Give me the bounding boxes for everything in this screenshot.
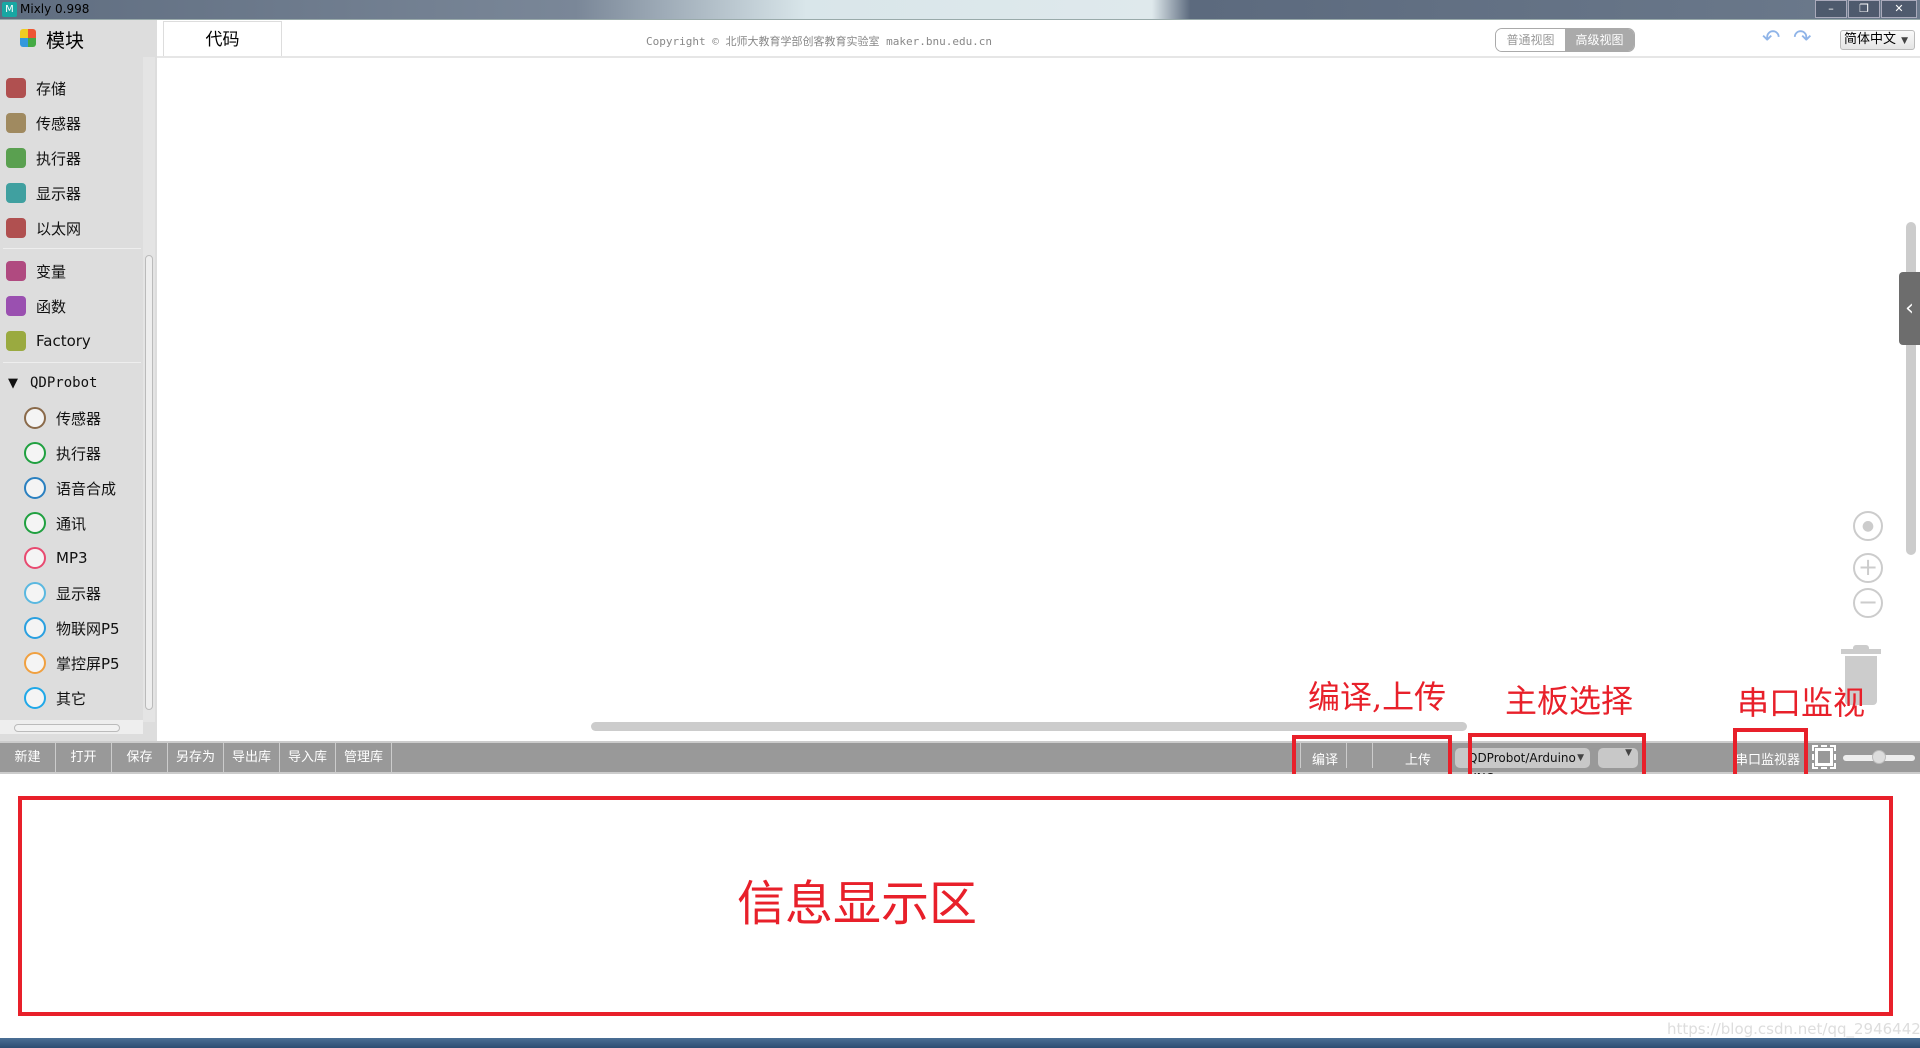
sidebar-item-label: 其它 — [56, 689, 87, 708]
sidebar-item-label: 语音合成 — [56, 479, 117, 498]
category-icon — [24, 442, 46, 464]
divider — [3, 248, 141, 249]
sidebar-subitem[interactable]: 显示器 — [24, 580, 101, 606]
zoom-in-icon[interactable]: + — [1853, 553, 1883, 583]
sidebar-item-label: 显示器 — [36, 184, 82, 203]
sidebar-item-label: Factory — [36, 332, 91, 350]
title-bar — [0, 0, 1920, 20]
sidebar-item-label: 显示器 — [56, 584, 102, 603]
category-icon — [6, 183, 26, 203]
sidebar-subitem[interactable]: 掌控屏P5 — [24, 650, 120, 676]
sidebar-subitem[interactable]: 执行器 — [24, 440, 101, 466]
annotation-info-area: 信息显示区 — [737, 876, 978, 932]
sidebar-item-label: 以太网 — [36, 219, 82, 238]
sidebar-item-label: 物联网P5 — [56, 619, 120, 638]
category-icon — [24, 652, 46, 674]
header-divider — [157, 56, 1920, 58]
sidebar-item[interactable]: 显示器 — [6, 180, 81, 206]
window-title: Mixly 0.998 — [20, 2, 90, 16]
category-icon — [24, 582, 46, 604]
sidebar-item[interactable]: 以太网 — [6, 215, 81, 241]
category-icon — [24, 547, 46, 569]
puzzle-icon — [20, 29, 36, 47]
sidebar-item-label: 存储 — [36, 79, 67, 98]
chevron-down-icon: ▼ — [1901, 36, 1908, 46]
category-icon — [6, 331, 26, 351]
toolbar-button[interactable]: 保存 — [112, 743, 168, 772]
taskbar — [0, 1038, 1920, 1048]
sidebar-item-label: 变量 — [36, 262, 67, 281]
group-label: QDProbot — [30, 375, 98, 391]
normal-view-button[interactable]: 普通视图 — [1496, 29, 1565, 51]
toolbar-button[interactable]: 打开 — [56, 743, 112, 772]
category-icon — [24, 477, 46, 499]
sidebar-item-label: 函数 — [36, 297, 67, 316]
sidebar-scroll-thumb[interactable] — [145, 255, 153, 710]
sidebar-item[interactable]: Factory — [6, 328, 91, 354]
toolbar-button[interactable]: 管理库 — [336, 743, 392, 772]
sidebar-item[interactable]: 函数 — [6, 293, 66, 319]
language-select[interactable]: 简体中文 ▼ — [1840, 30, 1915, 50]
sidebar-item-label: 传感器 — [36, 114, 82, 133]
chip-icon[interactable] — [1812, 745, 1836, 769]
advanced-view-button[interactable]: 高级视图 — [1565, 29, 1634, 51]
category-icon — [6, 148, 26, 168]
annotation-board-select: 主板选择 — [1505, 682, 1634, 720]
sidebar-item[interactable]: 存储 — [6, 75, 66, 101]
sidebar-item[interactable]: 传感器 — [6, 110, 81, 136]
minimize-button[interactable]: – — [1815, 0, 1847, 18]
annotation-compile-upload: 编译,上传 — [1308, 678, 1447, 716]
category-icon — [6, 218, 26, 238]
workspace-horizontal-scrollbar[interactable] — [591, 722, 1467, 731]
sidebar-subitem[interactable]: 通讯 — [24, 510, 86, 536]
restore-button[interactable]: ❐ — [1848, 0, 1880, 18]
category-icon — [6, 261, 26, 281]
category-icon — [6, 78, 26, 98]
sidebar-subitem[interactable]: 其它 — [24, 685, 86, 711]
category-icon — [24, 617, 46, 639]
sidebar-group-qdprobot[interactable]: ▼ QDProbot — [8, 370, 97, 396]
app-logo-icon: M — [2, 2, 17, 17]
category-icon — [24, 512, 46, 534]
slider-handle[interactable] — [1872, 750, 1886, 764]
sidebar-subitem[interactable]: MP3 — [24, 545, 88, 571]
category-icon — [6, 113, 26, 133]
sidebar-item[interactable]: 变量 — [6, 258, 66, 284]
annotation-box-board — [1468, 733, 1646, 780]
sidebar-item[interactable]: 执行器 — [6, 145, 81, 171]
watermark: https://blog.csdn.net/qq_29464427 — [1667, 1020, 1920, 1038]
zoom-out-icon[interactable]: − — [1853, 588, 1883, 618]
toolbar-button[interactable]: 新建 — [0, 743, 56, 772]
toolbar-button[interactable]: 导出库 — [224, 743, 280, 772]
recenter-target-icon[interactable]: ● — [1853, 511, 1883, 541]
redo-icon[interactable]: ↷ — [1793, 26, 1811, 51]
sidebar-subitem[interactable]: 传感器 — [24, 405, 101, 431]
sidebar-item-label: 通讯 — [56, 514, 87, 533]
category-icon — [6, 296, 26, 316]
blocks-label: 模块 — [46, 30, 85, 52]
toolbar-button[interactable]: 另存为 — [168, 743, 224, 772]
collapse-panel-chevron-left-icon[interactable]: ‹ — [1899, 272, 1920, 345]
divider — [3, 362, 141, 363]
undo-icon[interactable]: ↶ — [1762, 26, 1780, 51]
copyright-text: Copyright © 北师大教育学部创客教育实验室 maker.bnu.edu… — [646, 35, 993, 48]
sidebar-item-label: MP3 — [56, 549, 88, 567]
toolbar-button[interactable]: 导入库 — [280, 743, 336, 772]
sidebar-item-label: 传感器 — [56, 409, 102, 428]
sidebar-item-label: 执行器 — [56, 444, 102, 463]
language-value: 简体中文 — [1844, 32, 1897, 47]
category-icon — [24, 407, 46, 429]
annotation-serial-monitor: 串口监视 — [1737, 684, 1866, 722]
sidebar-hscroll-thumb[interactable] — [14, 724, 120, 732]
code-tab[interactable]: 代码 — [163, 21, 282, 57]
sidebar-subitem[interactable]: 物联网P5 — [24, 615, 120, 641]
triangle-down-icon: ▼ — [8, 375, 18, 391]
close-button[interactable]: ✕ — [1881, 0, 1917, 18]
category-icon — [24, 687, 46, 709]
view-toggle: 普通视图 高级视图 — [1495, 28, 1635, 52]
annotation-box-compile — [1292, 735, 1452, 779]
sidebar-item-label: 掌控屏P5 — [56, 654, 120, 673]
sidebar-item-label: 执行器 — [36, 149, 82, 168]
sidebar-subitem[interactable]: 语音合成 — [24, 475, 116, 501]
